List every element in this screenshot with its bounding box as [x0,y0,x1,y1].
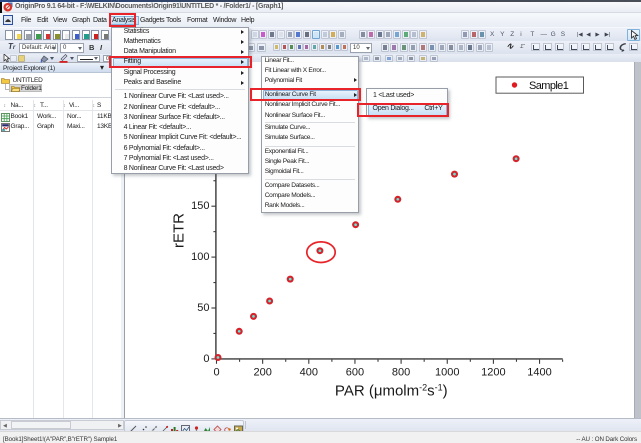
svg-text:1200: 1200 [481,367,505,379]
svg-text:200: 200 [253,367,271,379]
svg-text:600: 600 [346,367,364,379]
svg-text:rETR: rETR [171,213,188,248]
svg-text:100: 100 [191,251,209,263]
svg-text:Sample1: Sample1 [529,80,569,92]
svg-text:1400: 1400 [527,367,551,379]
svg-text:0: 0 [203,353,209,365]
svg-text:50: 50 [197,302,209,314]
svg-text:0: 0 [213,367,219,379]
svg-text:150: 150 [191,200,209,212]
svg-text:400: 400 [300,367,318,379]
svg-text:PAR (μmolm-2s-1): PAR (μmolm-2s-1) [335,383,448,400]
svg-text:800: 800 [392,367,410,379]
svg-text:1000: 1000 [435,367,459,379]
